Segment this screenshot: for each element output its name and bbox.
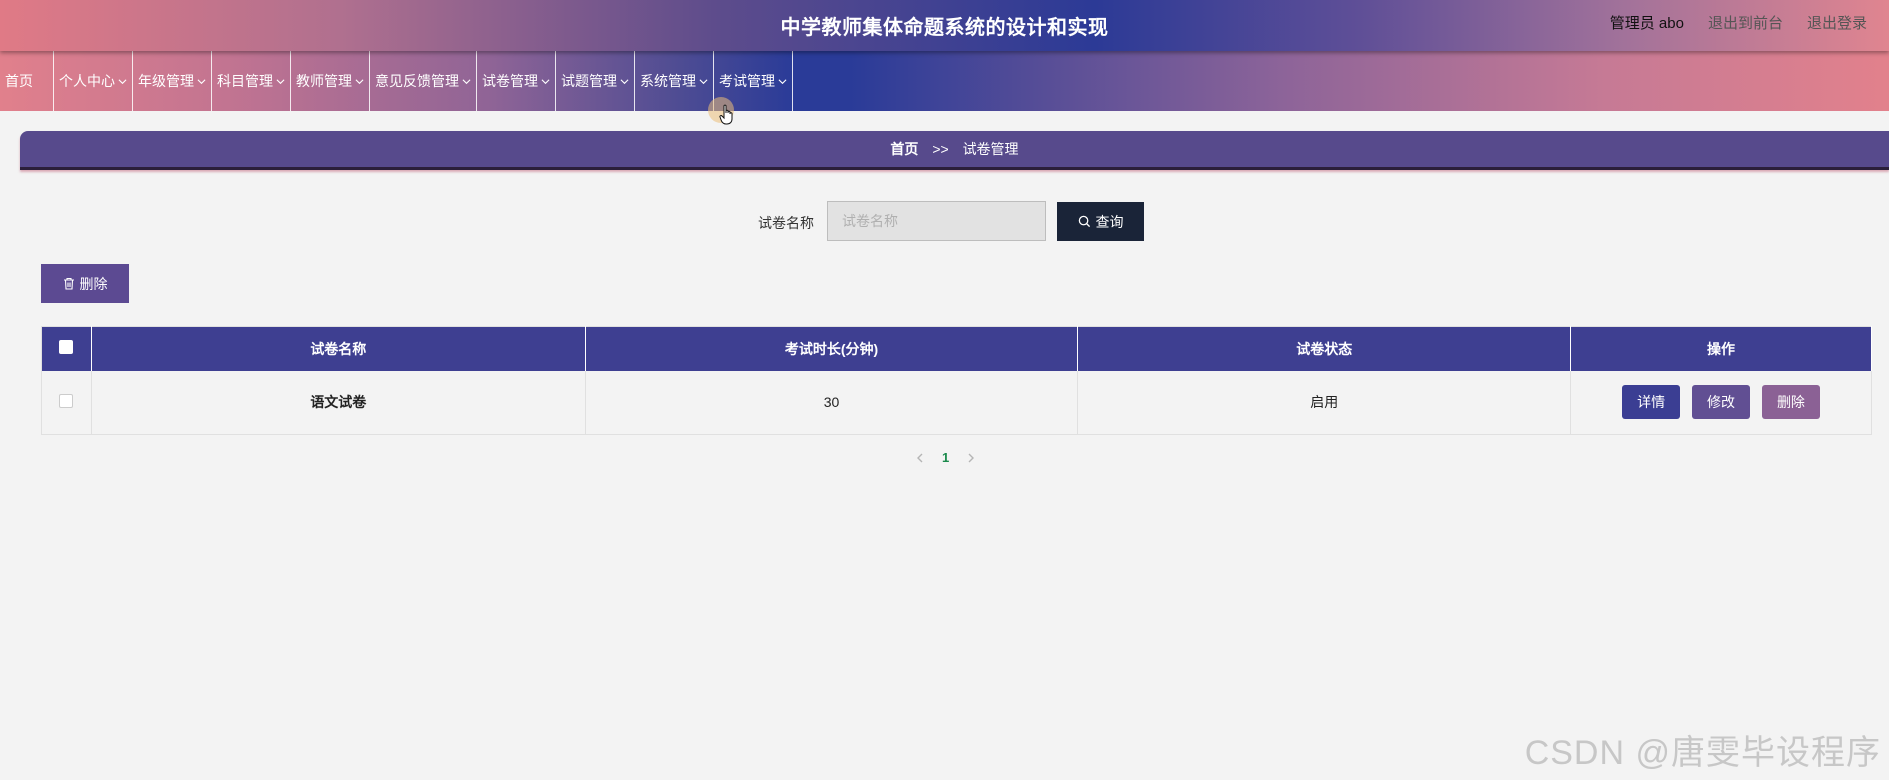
actions-cell: 详情 修改 删除 — [1570, 370, 1872, 435]
col-header: 试卷状态 — [1077, 326, 1572, 371]
search-icon — [1078, 215, 1090, 228]
chevron-down-icon — [620, 78, 629, 84]
current-user-label: 管理员 abo — [1609, 15, 1684, 32]
nav-label: 科目管理 — [217, 73, 273, 89]
edit-button[interactable]: 修改 — [1692, 385, 1751, 420]
nav-feedback-management[interactable]: 意见反馈管理 — [370, 51, 477, 111]
search-label: 试卷名称 — [758, 215, 814, 231]
chevron-down-icon — [276, 78, 285, 84]
site-title: 中学教师集体命题系统的设计和实现 — [780, 17, 1109, 39]
nav-label: 年级管理 — [138, 73, 194, 89]
batch-delete-button[interactable]: 删除 — [41, 264, 129, 303]
paper-name-search-input[interactable] — [827, 201, 1046, 241]
top-header: 中学教师集体命题系统的设计和实现 管理员 abo 退出到前台 退出登录 — [0, 0, 1889, 51]
nav-label: 系统管理 — [640, 73, 696, 89]
table-row: 语文试卷 30 启用 详情 修改 删除 — [41, 370, 1872, 435]
search-button[interactable]: 查询 — [1057, 202, 1144, 241]
chevron-down-icon — [118, 78, 127, 84]
row-select-cell — [41, 370, 92, 435]
exit-to-frontend-link[interactable]: 退出到前台 — [1708, 12, 1783, 33]
watermark: CSDN @唐雯毕设程序 — [1524, 734, 1881, 772]
nav-home[interactable]: 首页 — [0, 51, 54, 111]
row-checkbox[interactable] — [59, 393, 74, 408]
delete-button[interactable]: 删除 — [1761, 385, 1820, 420]
breadcrumb-current: 试卷管理 — [962, 141, 1019, 157]
nav-label: 试题管理 — [561, 73, 617, 89]
chevron-down-icon — [197, 78, 206, 84]
breadcrumb-separator: >> — [932, 141, 949, 157]
breadcrumb: 首页 >> 试卷管理 — [20, 131, 1889, 170]
chevron-right-icon[interactable] — [967, 453, 975, 463]
nav-label: 意见反馈管理 — [375, 73, 459, 89]
col-header: 试卷名称 — [91, 326, 586, 371]
chevron-down-icon — [778, 78, 787, 84]
paper-table: 试卷名称 考试时长(分钟) 试卷状态 操作 语文试卷 30 启用 详情 修改 删… — [41, 326, 1872, 435]
detail-button[interactable]: 详情 — [1622, 385, 1681, 420]
col-header: 考试时长(分钟) — [585, 326, 1079, 371]
user-area: 管理员 abo 退出到前台 退出登录 — [1610, 12, 1867, 33]
nav-subject-management[interactable]: 科目管理 — [212, 51, 291, 111]
chevron-down-icon — [699, 78, 708, 84]
nav-label: 试卷管理 — [482, 73, 538, 89]
nav-paper-management[interactable]: 试卷管理 — [477, 51, 556, 111]
nav-home-label: 首页 — [5, 73, 33, 89]
hand-pointer-icon — [719, 104, 733, 125]
nav-label: 个人中心 — [59, 73, 115, 89]
logout-link[interactable]: 退出登录 — [1807, 12, 1867, 33]
nav-question-management[interactable]: 试题管理 — [556, 51, 635, 111]
chevron-down-icon — [541, 78, 550, 84]
chevron-down-icon — [355, 78, 364, 84]
nav-personal-center[interactable]: 个人中心 — [54, 51, 133, 111]
nav-grade-management[interactable]: 年级管理 — [133, 51, 212, 111]
paper-name-cell: 语文试卷 — [91, 370, 586, 435]
search-button-label: 查询 — [1095, 213, 1124, 230]
nav-label: 考试管理 — [719, 73, 775, 89]
duration-cell: 30 — [585, 370, 1079, 435]
breadcrumb-home[interactable]: 首页 — [890, 141, 918, 157]
chevron-down-icon — [462, 78, 471, 84]
select-all-checkbox[interactable] — [59, 340, 74, 355]
select-all-cell — [41, 326, 92, 371]
nav-teacher-management[interactable]: 教师管理 — [291, 51, 370, 111]
chevron-left-icon[interactable] — [916, 453, 924, 463]
trash-icon — [63, 277, 74, 290]
pagination: 1 — [916, 450, 975, 465]
page-number-current[interactable]: 1 — [942, 450, 949, 465]
table-header-row: 试卷名称 考试时长(分钟) 试卷状态 操作 — [41, 326, 1872, 371]
main-nav: 首页 个人中心 年级管理 科目管理 教师管理 意见反馈管理 试卷管理 试题管理 … — [0, 51, 1889, 111]
status-cell: 启用 — [1077, 370, 1572, 435]
batch-delete-label: 删除 — [79, 275, 108, 292]
nav-system-management[interactable]: 系统管理 — [635, 51, 714, 111]
nav-label: 教师管理 — [296, 73, 352, 89]
col-header: 操作 — [1570, 326, 1872, 371]
